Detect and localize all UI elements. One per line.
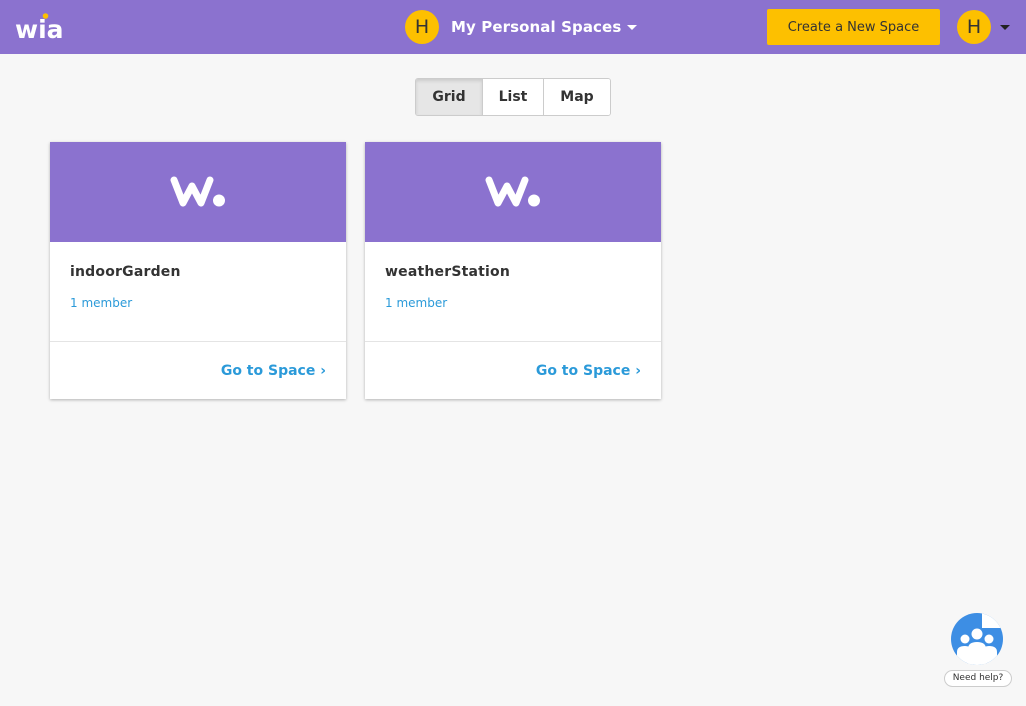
- space-title: My Personal Spaces: [451, 18, 622, 36]
- map-view-button[interactable]: Map: [543, 79, 610, 115]
- go-to-space-link[interactable]: Go to Space ›: [221, 363, 326, 379]
- space-card[interactable]: weatherStation 1 member Go to Space ›: [365, 142, 661, 399]
- space-card-footer: Go to Space ›: [365, 342, 661, 399]
- create-space-button[interactable]: Create a New Space: [767, 9, 940, 45]
- help-label: Need help?: [944, 670, 1012, 687]
- wia-w-mark-icon: [170, 176, 225, 207]
- space-card-body: weatherStation 1 member: [365, 242, 661, 342]
- view-toggle: Grid List Map: [415, 78, 611, 116]
- go-to-space-link[interactable]: Go to Space ›: [536, 363, 641, 379]
- help-widget[interactable]: Need help?: [944, 613, 1012, 687]
- space-members-link[interactable]: 1 member: [385, 296, 641, 310]
- community-help-icon: [951, 613, 1003, 665]
- space-name: weatherStation: [385, 264, 511, 280]
- user-menu[interactable]: H: [957, 10, 1010, 44]
- space-switcher[interactable]: H My Personal Spaces: [405, 10, 638, 44]
- wia-logo-icon[interactable]: wia: [15, 13, 65, 44]
- space-card-footer: Go to Space ›: [50, 342, 346, 399]
- svg-text:wia: wia: [15, 15, 64, 41]
- top-navbar: wia H My Personal Spaces Create a New Sp…: [0, 0, 1026, 54]
- space-members-link[interactable]: 1 member: [70, 296, 326, 310]
- space-avatar: H: [405, 10, 439, 44]
- user-avatar: H: [957, 10, 991, 44]
- chevron-down-icon: [1000, 24, 1010, 30]
- space-card-header: [50, 142, 346, 242]
- grid-view-button[interactable]: Grid: [416, 79, 482, 115]
- space-card-body: indoorGarden 1 member: [50, 242, 346, 342]
- space-card[interactable]: indoorGarden 1 member Go to Space ›: [50, 142, 346, 399]
- chevron-down-icon: [627, 24, 638, 30]
- wia-w-mark-icon: [485, 176, 540, 207]
- list-view-button[interactable]: List: [482, 79, 543, 115]
- space-card-header: [365, 142, 661, 242]
- space-name: indoorGarden: [70, 264, 181, 280]
